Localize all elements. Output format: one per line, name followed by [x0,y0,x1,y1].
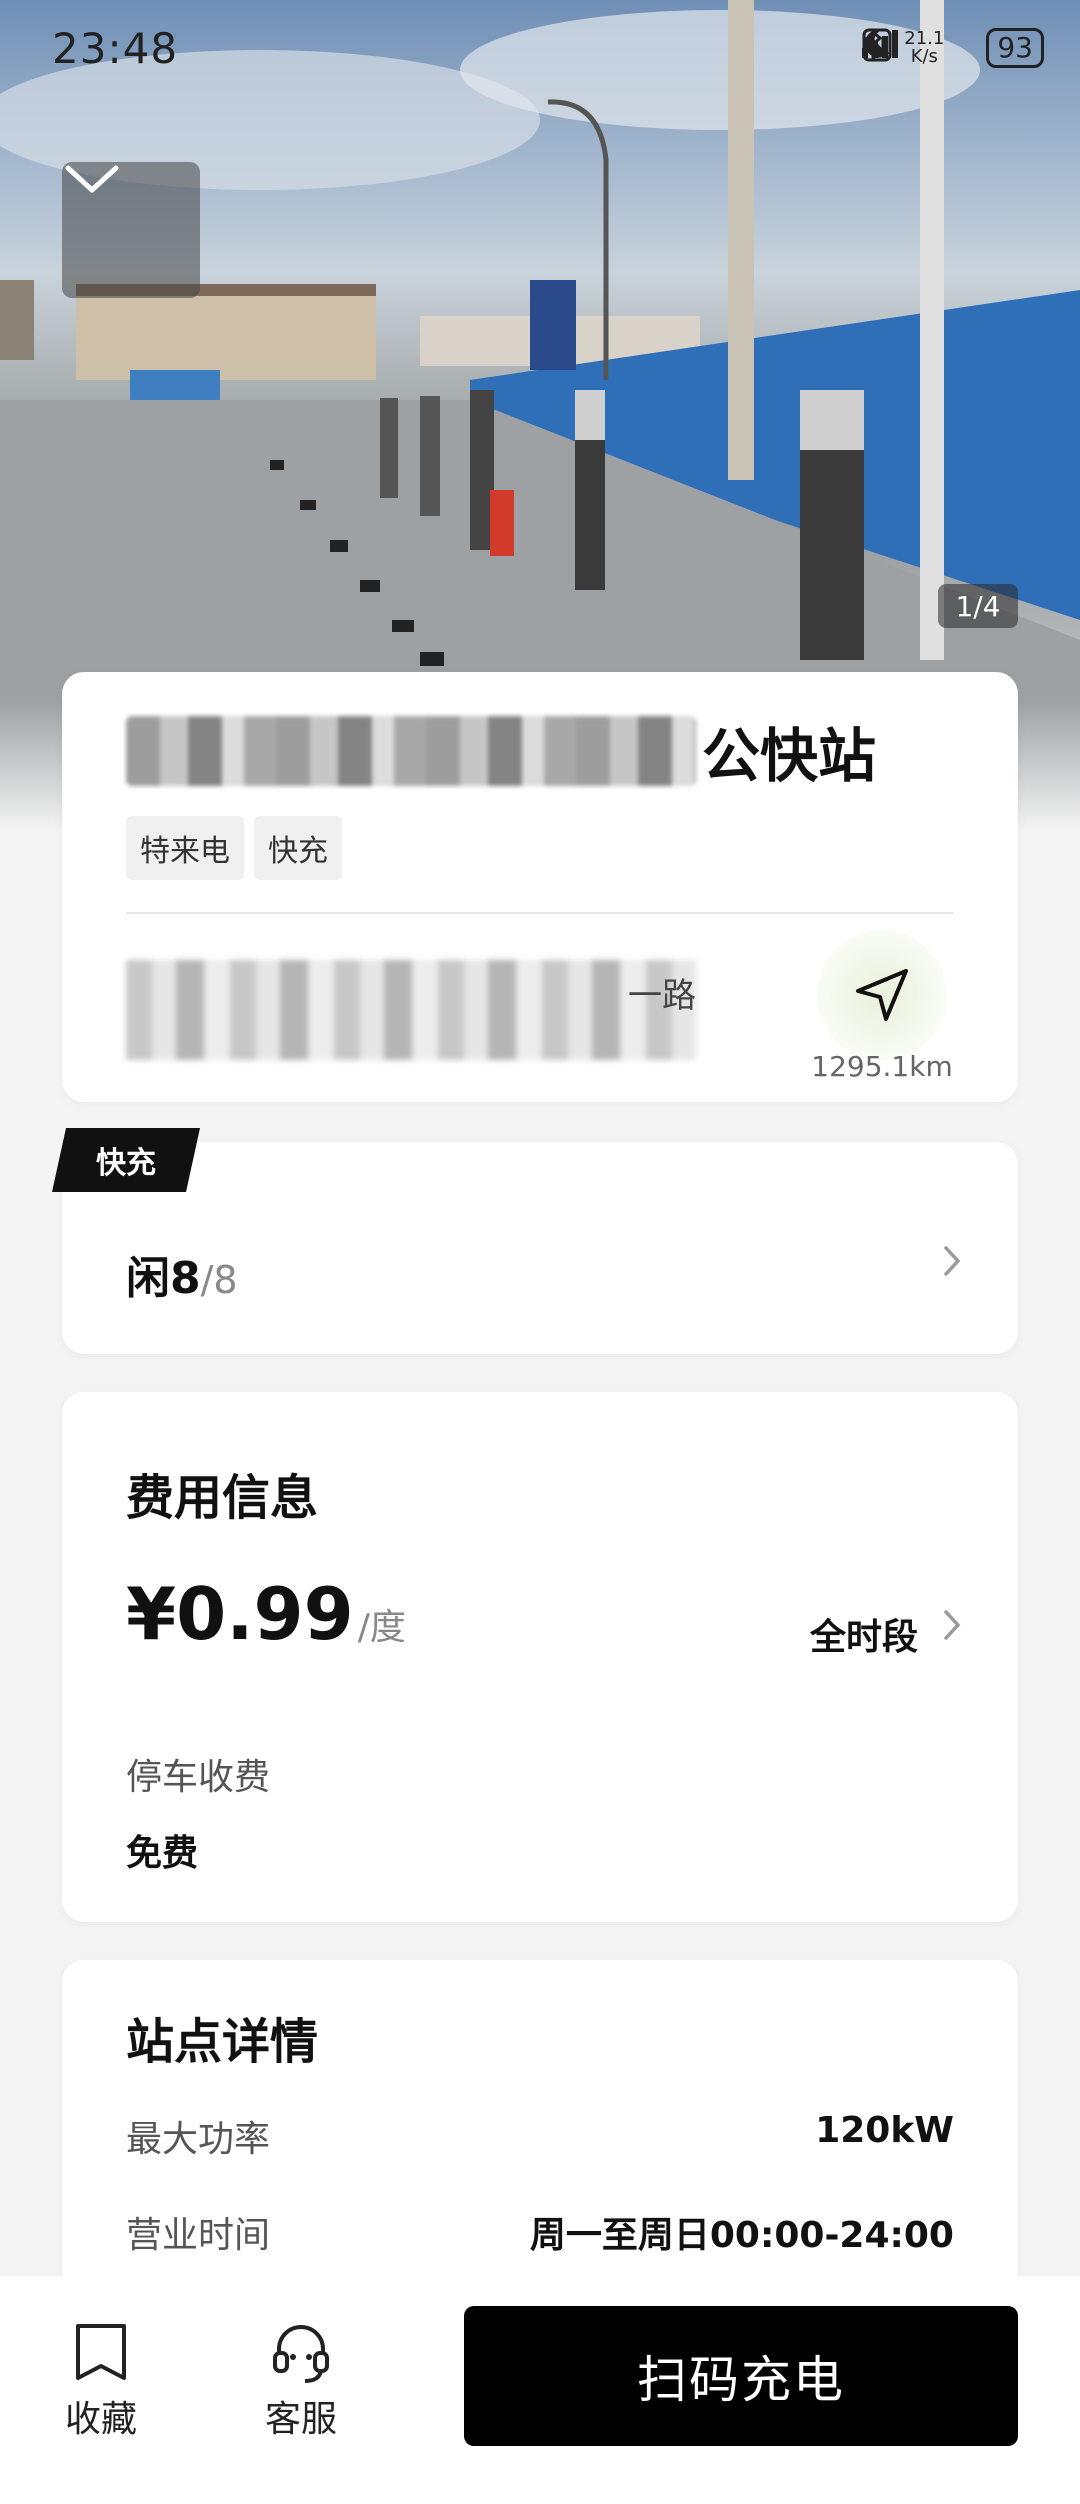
station-tags: 特来电 快充 [126,816,342,880]
business-hours-value: 周一至周日00:00-24:00 [529,2215,954,2256]
idle-label: 闲 [126,1253,170,1304]
parking-fee-value: 免费 [126,1833,199,1874]
divider [126,912,954,914]
status-bar: 23:48 21.1 K/s 93 [0,0,1080,100]
address-redacted [126,960,696,1060]
fast-charge-card[interactable]: 闲 8 /8 [62,1142,1018,1354]
details-title: 站点详情 [126,2014,319,2070]
tag-operator: 特来电 [126,816,244,880]
station-name-text: 公快站 [702,722,877,790]
idle-status: 闲 8 /8 [126,1242,238,1306]
fee-info-card: 费用信息 ¥0.99 /度 全时段 停车收费 免费 [62,1392,1018,1922]
scan-to-charge-button[interactable]: 扫码充电 [464,2306,1018,2446]
chevron-right-icon [942,1242,962,1288]
price-unit: /度 [357,1607,406,1648]
customer-service-button[interactable]: 客服 [236,2316,366,2442]
station-address: 一路 [126,960,696,1060]
network-speed: 21.1 K/s [904,28,945,67]
station-name: 公快站 [126,716,876,790]
station-info-card: 公快站 特来电 快充 一路 1295.1km [62,672,1018,1102]
address-text: 一路 [628,976,696,1016]
time-period-link[interactable]: 全时段 [810,1608,918,1660]
max-power-value: 120kW [815,2110,954,2151]
distance: 1295.1km [811,1050,953,1083]
bookmark-icon [36,2316,166,2390]
favorite-label: 收藏 [64,2399,137,2440]
bottom-action-bar: 收藏 客服 扫码充电 [0,2276,1080,2504]
status-time: 23:48 [52,24,179,73]
service-label: 客服 [264,2399,337,2440]
fast-charge-badge: 快充 [52,1128,200,1192]
tag-fast-charge: 快充 [254,816,342,880]
parking-fee-label: 停车收费 [126,1757,271,1798]
navigation-circle [817,930,947,1060]
idle-count: 8 [170,1253,201,1304]
status-icons: 21.1 K/s 93 [862,28,1044,68]
favorite-button[interactable]: 收藏 [36,2316,166,2442]
fee-title: 费用信息 [126,1470,319,1526]
price-row: ¥0.99 /度 [126,1572,406,1656]
total-count: /8 [200,1258,238,1302]
navigate-button[interactable]: 1295.1km [782,924,982,1084]
navigation-arrow-icon [856,969,908,1021]
business-hours-label: 营业时间 [126,2215,271,2256]
chevron-down-icon [65,165,119,193]
price: ¥0.99 [126,1572,354,1656]
station-name-redacted [126,716,696,786]
image-counter: 1/4 [938,584,1018,628]
headset-icon [236,2316,366,2390]
battery-indicator: 93 [986,28,1044,68]
chevron-right-icon[interactable] [942,1606,962,1652]
max-power-label: 最大功率 [126,2119,271,2160]
collapse-button[interactable] [62,162,200,298]
